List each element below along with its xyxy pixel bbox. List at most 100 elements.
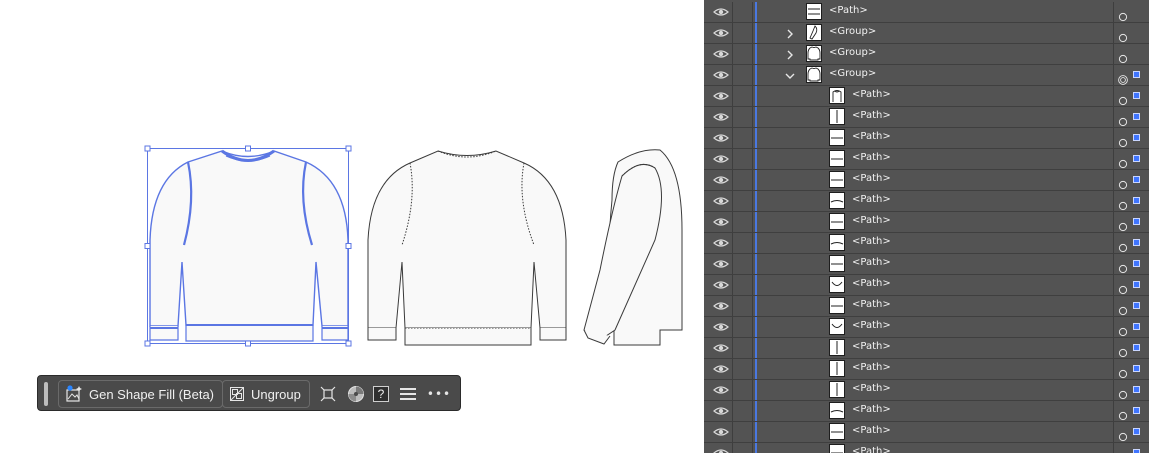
layer-row[interactable]: <Path> [704, 170, 1149, 191]
visibility-eye-icon[interactable] [712, 192, 730, 210]
visibility-eye-icon[interactable] [712, 339, 730, 357]
visibility-eye-icon[interactable] [712, 402, 730, 420]
chevron-right-icon[interactable] [784, 47, 796, 61]
layer-name[interactable]: <Path> [852, 341, 891, 352]
layer-row[interactable]: <Path> [704, 359, 1149, 380]
layer-name[interactable]: <Path> [852, 173, 891, 184]
layer-row[interactable]: <Group> [704, 65, 1149, 86]
layer-row[interactable]: <Path> [704, 296, 1149, 317]
visibility-eye-icon[interactable] [712, 150, 730, 168]
visibility-eye-icon[interactable] [712, 318, 730, 336]
target-circle-icon[interactable] [1118, 406, 1128, 421]
layer-row[interactable]: <Path> [704, 149, 1149, 170]
visibility-eye-icon[interactable] [712, 297, 730, 315]
ungroup-button[interactable]: Ungroup [222, 380, 310, 408]
target-circle-icon[interactable] [1118, 196, 1128, 211]
layer-name[interactable]: <Path> [852, 362, 891, 373]
target-circle-icon[interactable] [1118, 343, 1128, 358]
layer-row[interactable]: <Path> [704, 86, 1149, 107]
target-circle-icon[interactable] [1118, 70, 1128, 85]
sweater-front-view[interactable] [149, 149, 349, 342]
layer-row[interactable]: <Path> [704, 2, 1149, 23]
layer-name[interactable]: <Path> [852, 194, 891, 205]
target-circle-icon[interactable] [1118, 280, 1128, 295]
target-circle-icon[interactable] [1118, 385, 1128, 400]
layer-name[interactable]: <Path> [852, 236, 891, 247]
selection-indicator[interactable] [1133, 260, 1140, 267]
layer-row[interactable]: <Path> [704, 128, 1149, 149]
visibility-eye-icon[interactable] [712, 3, 730, 21]
selection-indicator[interactable] [1133, 323, 1140, 330]
target-circle-icon[interactable] [1118, 91, 1128, 106]
layer-row[interactable]: <Path> [704, 233, 1149, 254]
visibility-eye-icon[interactable] [712, 360, 730, 378]
layer-name[interactable]: <Path> [829, 5, 868, 16]
layer-name[interactable]: <Path> [852, 110, 891, 121]
layer-name[interactable]: <Path> [852, 320, 891, 331]
selection-indicator[interactable] [1133, 281, 1140, 288]
selection-indicator[interactable] [1133, 176, 1140, 183]
visibility-eye-icon[interactable] [712, 423, 730, 441]
visibility-eye-icon[interactable] [712, 255, 730, 273]
target-circle-icon[interactable] [1118, 427, 1128, 442]
layer-row[interactable]: <Path> [704, 443, 1149, 453]
layer-name[interactable]: <Path> [852, 152, 891, 163]
layer-row[interactable]: <Path> [704, 212, 1149, 233]
layer-name[interactable]: <Path> [852, 425, 891, 436]
target-circle-icon[interactable] [1118, 301, 1128, 316]
visibility-eye-icon[interactable] [712, 45, 730, 63]
visibility-eye-icon[interactable] [712, 234, 730, 252]
layer-row[interactable]: <Path> [704, 338, 1149, 359]
layer-row[interactable]: <Group> [704, 44, 1149, 65]
target-circle-icon[interactable] [1118, 112, 1128, 127]
selection-indicator[interactable] [1133, 365, 1140, 372]
target-circle-icon[interactable] [1118, 133, 1128, 148]
visibility-eye-icon[interactable] [712, 108, 730, 126]
selection-indicator[interactable] [1133, 134, 1140, 141]
selection-indicator[interactable] [1133, 407, 1140, 414]
drag-handle[interactable] [44, 382, 48, 406]
transform-icon[interactable] [318, 384, 338, 404]
visibility-eye-icon[interactable] [712, 213, 730, 231]
selection-indicator[interactable] [1133, 302, 1140, 309]
selection-indicator[interactable] [1133, 449, 1140, 453]
visibility-eye-icon[interactable] [712, 66, 730, 84]
layer-row[interactable]: <Path> [704, 275, 1149, 296]
target-circle-icon[interactable] [1118, 175, 1128, 190]
visibility-eye-icon[interactable] [712, 171, 730, 189]
chevron-down-icon[interactable] [784, 68, 796, 82]
layer-name[interactable]: <Path> [852, 446, 891, 453]
layer-row[interactable]: <Path> [704, 317, 1149, 338]
target-circle-icon[interactable] [1118, 238, 1128, 253]
sweater-side-view[interactable] [583, 149, 683, 346]
selection-indicator[interactable] [1133, 71, 1140, 78]
help-button[interactable]: ? [371, 384, 391, 404]
target-circle-icon[interactable] [1118, 448, 1128, 453]
visibility-eye-icon[interactable] [712, 276, 730, 294]
layer-name[interactable]: <Group> [829, 47, 876, 58]
properties-icon[interactable] [398, 384, 418, 404]
layer-row[interactable]: <Path> [704, 107, 1149, 128]
layer-name[interactable]: <Path> [852, 131, 891, 142]
layer-name[interactable]: <Path> [852, 299, 891, 310]
layer-name[interactable]: <Path> [852, 89, 891, 100]
target-circle-icon[interactable] [1118, 7, 1128, 22]
layer-row[interactable]: <Path> [704, 254, 1149, 275]
layer-row[interactable]: <Path> [704, 401, 1149, 422]
layer-row[interactable]: <Group> [704, 23, 1149, 44]
layer-row[interactable]: <Path> [704, 191, 1149, 212]
gen-shape-fill-button[interactable]: Gen Shape Fill (Beta) [58, 380, 224, 408]
selection-indicator[interactable] [1133, 113, 1140, 120]
selection-indicator[interactable] [1133, 239, 1140, 246]
visibility-eye-icon[interactable] [712, 129, 730, 147]
visibility-eye-icon[interactable] [712, 444, 730, 453]
layer-row[interactable]: <Path> [704, 380, 1149, 401]
selection-indicator[interactable] [1133, 386, 1140, 393]
layer-name[interactable]: <Group> [829, 68, 876, 79]
target-circle-icon[interactable] [1118, 259, 1128, 274]
chevron-right-icon[interactable] [784, 26, 796, 40]
target-circle-icon[interactable] [1118, 154, 1128, 169]
visibility-eye-icon[interactable] [712, 87, 730, 105]
layer-name[interactable]: <Path> [852, 278, 891, 289]
layer-name[interactable]: <Path> [852, 215, 891, 226]
